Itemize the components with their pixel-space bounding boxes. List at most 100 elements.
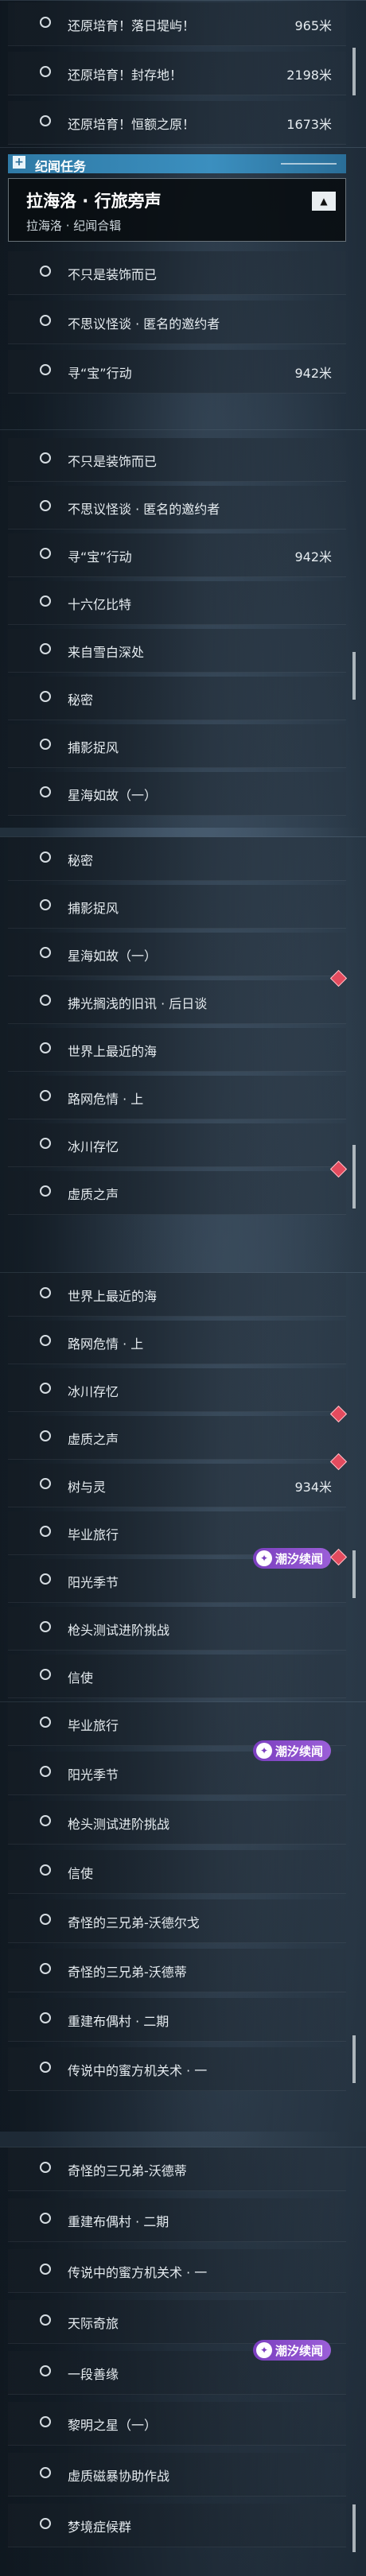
quest-row[interactable]: 不只是装饰而已 [8, 438, 346, 482]
quest-label: 信使 [68, 1866, 94, 1881]
quest-row[interactable]: 奇怪的三兄弟-沃德蒂 [8, 1949, 346, 1992]
quest-circle-icon [40, 2162, 51, 2173]
quest-label: 寻“宝”行动 [68, 549, 132, 564]
tracked-quest-title: 拉海洛 · 行旅旁声 [26, 192, 162, 211]
quest-row[interactable]: 还原培育！恒额之原！ 1673米 [8, 101, 346, 145]
quest-circle-icon [40, 596, 51, 607]
quest-row[interactable]: 秘密 [8, 837, 346, 881]
quest-circle-icon [40, 691, 51, 702]
quest-circle-icon [40, 1963, 51, 1974]
quest-row[interactable]: 枪头测试进阶挑战 [8, 1607, 346, 1651]
quest-label: 还原培育！封存地！ [68, 68, 183, 83]
quest-row[interactable]: 重建布偶村 · 二期 [8, 1998, 346, 2042]
quest-row[interactable]: 寻“宝”行动 942米 [8, 533, 346, 577]
quest-row[interactable]: 虚质磁暴协助作战 [8, 2453, 346, 2496]
quest-row[interactable]: 奇怪的三兄弟-沃德尔戈 [8, 1899, 346, 1943]
quest-row[interactable]: 来自雪白深处 [8, 629, 346, 673]
quest-label: 奇怪的三兄弟-沃德蒂 [68, 2163, 187, 2178]
quest-row[interactable]: 冰川存忆 [8, 1368, 346, 1412]
quest-circle-icon [40, 500, 51, 511]
quest-circle-icon [40, 2467, 51, 2478]
quest-label: 虚质之声 [68, 1432, 119, 1447]
quest-circle-icon [40, 66, 51, 77]
quest-circle-icon [40, 1478, 51, 1489]
quest-row[interactable]: 信使 [8, 1850, 346, 1894]
quest-row[interactable]: 世界上最近的海 [8, 1028, 346, 1072]
tide-tag-label: 潮汐续闻 [275, 1744, 324, 1759]
scrollbar-thumb[interactable] [352, 652, 356, 700]
quest-row[interactable]: 星海如故（一） [8, 772, 346, 816]
quest-circle-icon [40, 452, 51, 464]
quest-row[interactable]: 天际奇旅 [8, 2300, 346, 2344]
quest-row[interactable]: 星海如故（一） [8, 933, 346, 976]
quest-row[interactable]: 树与灵 934米 [8, 1464, 346, 1507]
quest-row[interactable]: 还原培育！封存地！ 2198米 [8, 52, 346, 95]
quest-label: 一段善缘 [68, 2367, 119, 2382]
quest-row[interactable]: 不思议怪谈 · 匿名的邀约者 [8, 301, 346, 344]
quest-row[interactable]: 捕影捉风 [8, 724, 346, 768]
quest-row[interactable]: 寻“宝”行动 942米 [8, 350, 346, 394]
quest-panel: 还原培育！落日堤屿！ 965米还原培育！封存地！ 2198米还原培育！恒额之原！ 16… [0, 0, 366, 148]
quest-label: 信使 [68, 1670, 94, 1686]
tide-tag-icon: ✦ [256, 2342, 272, 2358]
quest-label: 虚质之声 [68, 1187, 119, 1202]
quest-row[interactable]: 毕业旅行 [8, 1702, 346, 1746]
quest-label: 毕业旅行 [68, 1718, 119, 1733]
quest-list-screenshot-stack: 还原培育！落日堤屿！ 965米还原培育！封存地！ 2198米还原培育！恒额之原！ 16… [0, 0, 366, 2576]
scrollbar-thumb[interactable] [352, 1145, 356, 1208]
quest-row[interactable]: 路网危情 · 上 [8, 1321, 346, 1364]
section-header-quests[interactable]: + 纪闻任务 [8, 154, 346, 174]
quest-row[interactable]: 虚质之声 [8, 1416, 346, 1460]
quest-row[interactable]: 信使 [8, 1655, 346, 1698]
quest-row[interactable]: 黎明之星（一） [8, 2402, 346, 2446]
quest-row[interactable]: 不只是装饰而已 [8, 251, 346, 295]
quest-distance: 934米 [294, 1480, 332, 1495]
quest-row[interactable]: 传说中的蜜方机关术 · 一 [8, 2249, 346, 2293]
quest-label: 阳光季节 [68, 1767, 119, 1783]
quest-row[interactable]: 不思议怪谈 · 匿名的邀约者 [8, 486, 346, 530]
quest-row[interactable]: 虚质之声 [8, 1171, 346, 1215]
quest-circle-icon [40, 1815, 51, 1826]
quest-row[interactable]: 秘密 [8, 677, 346, 720]
quest-circle-icon [40, 548, 51, 559]
quest-circle-icon [40, 2062, 51, 2073]
quest-row[interactable]: 冰川存忆 [8, 1123, 346, 1167]
expand-plus-icon[interactable]: + [13, 156, 25, 169]
quest-label: 还原培育！落日堤屿！ [68, 18, 196, 33]
quest-label: 还原培育！恒额之原！ [68, 117, 196, 132]
quest-label: 世界上最近的海 [68, 1044, 158, 1059]
quest-row[interactable]: 枪头测试进阶挑战 [8, 1801, 346, 1845]
quest-circle-icon [40, 1526, 51, 1537]
quest-circle-icon [40, 852, 51, 863]
scrollbar-thumb[interactable] [352, 2504, 356, 2552]
quest-row[interactable]: 世界上最近的海 [8, 1273, 346, 1317]
quest-label: 捕影捉风 [68, 901, 119, 916]
collapse-arrow-icon[interactable]: ▲ [312, 192, 336, 211]
tracked-quest-card[interactable]: 拉海洛 · 行旅旁声 拉海洛 · 纪闻合辑 ▲ [8, 178, 346, 242]
quest-row[interactable]: 路网危情 · 上 [8, 1076, 346, 1119]
quest-row[interactable]: 传说中的蜜方机关术 · 一 [8, 2047, 346, 2091]
quest-row[interactable]: 还原培育！落日堤屿！ 965米 [8, 2, 346, 46]
scrollbar-thumb[interactable] [352, 2035, 356, 2083]
quest-distance: 2198米 [286, 68, 332, 83]
quest-label: 阳光季节 [68, 1575, 119, 1590]
quest-row[interactable]: 重建布偶村 · 二期 [8, 2198, 346, 2242]
quest-circle-icon [40, 739, 51, 750]
quest-label: 不只是装饰而已 [68, 454, 158, 469]
quest-label: 星海如故（一） [68, 788, 158, 803]
quest-row[interactable]: 十六亿比特 [8, 581, 346, 625]
quest-label: 路网危情 · 上 [68, 1092, 144, 1107]
quest-label: 传说中的蜜方机关术 · 一 [68, 2265, 208, 2280]
quest-row[interactable]: 梦境症候群 [8, 2504, 346, 2547]
scrollbar-thumb[interactable] [352, 1550, 356, 1598]
quest-circle-icon [40, 1766, 51, 1777]
quest-panel: + 纪闻任务拉海洛 · 行旅旁声 拉海洛 · 纪闻合辑 ▲ 不只是装饰而已 不思议怪谈 ·… [0, 147, 366, 430]
tide-event-tag: ✦ 潮汐续闻 [253, 1548, 331, 1569]
quest-circle-icon [40, 1383, 51, 1394]
scrollbar-thumb[interactable] [352, 48, 356, 95]
tide-tag-icon: ✦ [256, 1743, 272, 1759]
quest-row[interactable]: 捕影捉风 [8, 885, 346, 929]
quest-circle-icon [40, 1864, 51, 1876]
quest-row[interactable]: 拂光搁浅的旧讯 · 后日谈 [8, 980, 346, 1024]
quest-row[interactable]: 奇怪的三兄弟-沃德蒂 [8, 2147, 346, 2191]
